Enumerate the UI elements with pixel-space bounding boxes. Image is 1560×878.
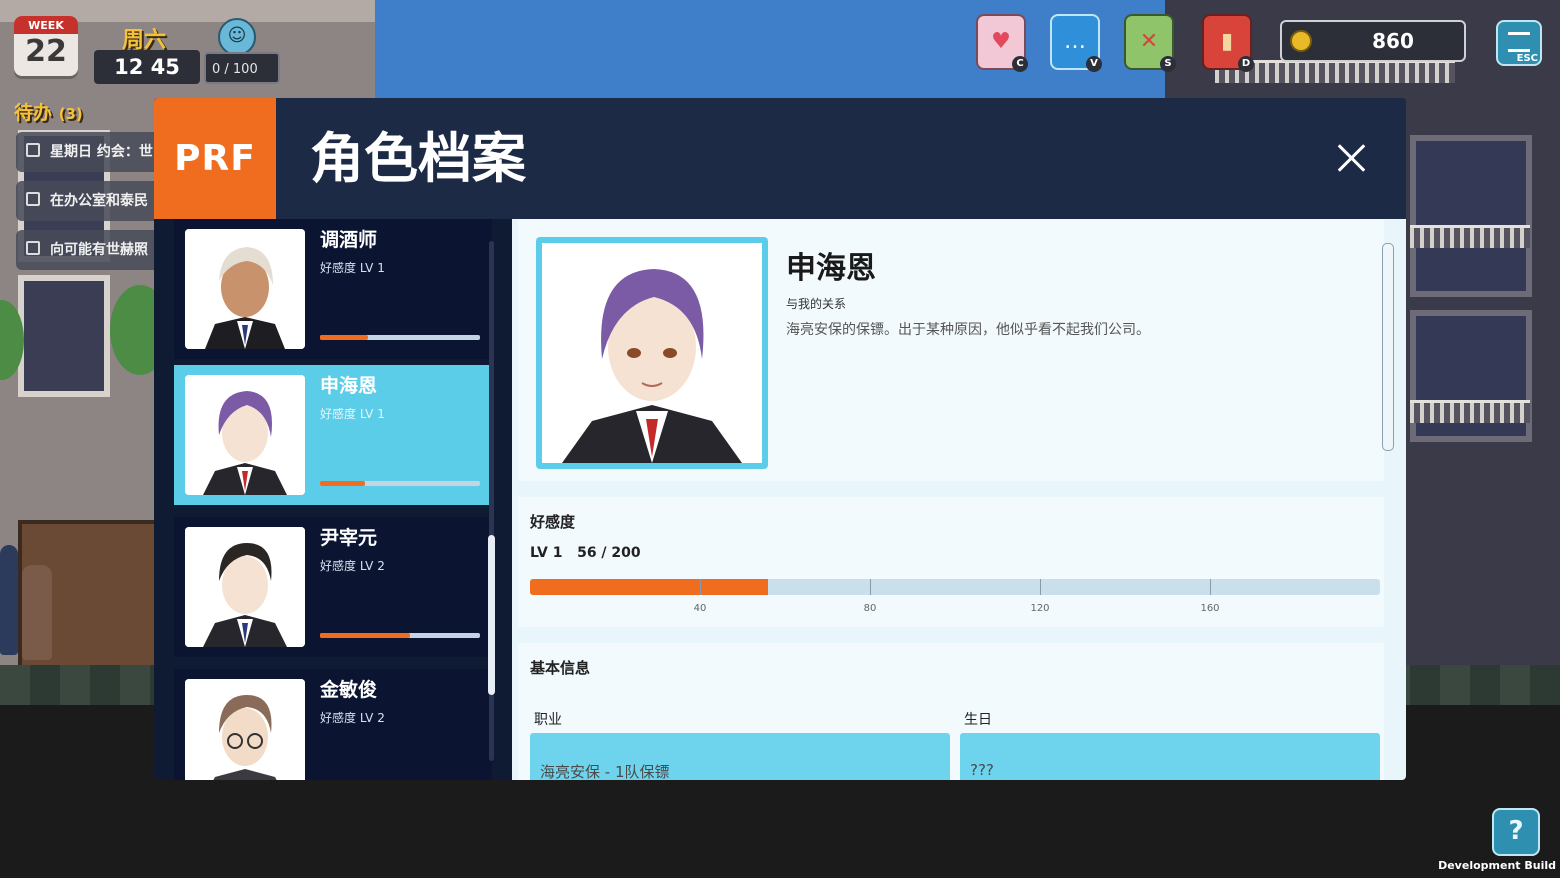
tick-label: 80 bbox=[863, 603, 877, 614]
tick-mark bbox=[1040, 579, 1041, 595]
job-field: 海亮安保 - 1队保镖 bbox=[530, 733, 950, 780]
basic-info-title: 基本信息 bbox=[530, 659, 591, 677]
affinity-bar-fill bbox=[320, 481, 365, 486]
affinity-title: 好感度 bbox=[530, 513, 576, 531]
prf-badge: PRF bbox=[154, 98, 276, 219]
tick-mark bbox=[1210, 579, 1211, 595]
money-display: 860 bbox=[1280, 20, 1466, 62]
money-value: 860 bbox=[1372, 29, 1414, 53]
todo-title: 待办 bbox=[14, 102, 53, 124]
affinity-level: 好感度 LV 1 bbox=[320, 407, 385, 421]
affinity-level: 好感度 LV 2 bbox=[320, 559, 385, 573]
menu-icon bbox=[1508, 32, 1530, 52]
character-card[interactable]: 尹宰元 好感度 LV 2 bbox=[174, 517, 492, 657]
todo-item[interactable]: 向可能有世赫照 bbox=[16, 230, 166, 270]
tick-label: 120 bbox=[1030, 603, 1050, 614]
character-list: 调酒师 好感度 LV 1 申海恩 好感度 LV 1 尹宰元 好感度 LV 2 金… bbox=[174, 219, 494, 780]
close-button[interactable] bbox=[1332, 138, 1372, 178]
tick-mark bbox=[700, 579, 701, 595]
affinity-level: 好感度 LV 1 bbox=[320, 261, 385, 275]
tick-label: 40 bbox=[693, 603, 707, 614]
shortcut-key: ESC bbox=[1516, 53, 1538, 64]
detail-portrait bbox=[536, 237, 768, 469]
birthday-field: ??? bbox=[960, 733, 1380, 780]
relation-label: 与我的关系 bbox=[786, 297, 847, 311]
todo-text: 星期日 约会：世 bbox=[50, 144, 153, 160]
character-card[interactable]: 金敏俊 好感度 LV 2 bbox=[174, 669, 492, 780]
affinity-section bbox=[518, 497, 1384, 627]
character-name: 申海恩 bbox=[320, 375, 378, 397]
affinity-bar-fill bbox=[320, 335, 368, 340]
shortcut-key: V bbox=[1086, 56, 1102, 72]
map-button[interactable]: ✕ S bbox=[1124, 14, 1176, 72]
todo-text: 在办公室和泰民 bbox=[50, 193, 148, 209]
affinity-bar bbox=[320, 481, 480, 486]
checkbox-icon bbox=[26, 192, 40, 206]
detail-scrollbar[interactable] bbox=[1382, 243, 1394, 451]
affinity-level-text: LV 1 56 / 200 bbox=[530, 545, 641, 561]
relation-text: 海亮安保的保镖。出于某种原因，他似乎看不起我们公司。 bbox=[786, 322, 1150, 338]
todo-header: 待办 (3) bbox=[14, 98, 83, 125]
gift-button[interactable]: ▮ D bbox=[1202, 14, 1254, 72]
birthday-value: ??? bbox=[970, 761, 994, 779]
shortcut-key: D bbox=[1238, 56, 1254, 72]
character-card[interactable]: 调酒师 好感度 LV 1 bbox=[174, 219, 492, 359]
affinity-points: 56 / 200 bbox=[577, 545, 641, 561]
affinity-level: LV 1 bbox=[530, 545, 563, 561]
character-portrait bbox=[185, 527, 305, 647]
character-portrait bbox=[185, 375, 305, 495]
coin-icon bbox=[1290, 30, 1312, 52]
clock: 12 45 bbox=[94, 50, 200, 84]
npc-person bbox=[0, 545, 18, 655]
tick-label: 160 bbox=[1200, 603, 1220, 614]
week-number: 22 bbox=[25, 34, 67, 69]
chat-button[interactable]: … V bbox=[1050, 14, 1102, 72]
shortcut-key: C bbox=[1012, 56, 1028, 72]
character-card-selected[interactable]: 申海恩 好感度 LV 1 bbox=[174, 365, 492, 505]
mood-meter: 0 / 100 bbox=[204, 52, 280, 84]
help-button[interactable]: ? bbox=[1492, 808, 1540, 856]
character-name: 尹宰元 bbox=[320, 527, 378, 549]
todo-text: 向可能有世赫照 bbox=[50, 242, 148, 258]
week-calendar: WEEK 22 bbox=[14, 16, 78, 76]
affinity-bar-fill bbox=[320, 633, 410, 638]
character-name: 调酒师 bbox=[320, 229, 378, 251]
tick-mark bbox=[870, 579, 871, 595]
birthday-label: 生日 bbox=[964, 712, 992, 728]
character-portrait bbox=[185, 679, 305, 780]
todo-count: (3) bbox=[58, 105, 83, 123]
modal-title: 角色档案 bbox=[310, 127, 526, 190]
job-value: 海亮安保 - 1队保镖 bbox=[540, 763, 670, 780]
shortcut-key: S bbox=[1160, 56, 1176, 72]
modal-header: PRF 角色档案 bbox=[154, 98, 1406, 219]
character-detail: 申海恩 与我的关系 海亮安保的保镖。出于某种原因，他似乎看不起我们公司。 好感度… bbox=[512, 219, 1406, 780]
affinity-progress-fill bbox=[530, 579, 768, 595]
character-name: 金敏俊 bbox=[320, 679, 378, 701]
npc-person bbox=[22, 565, 52, 660]
week-label: WEEK bbox=[14, 16, 78, 34]
profile-modal: PRF 角色档案 调酒师 好感度 LV 1 申海恩 好感度 LV 1 尹宰元 好… bbox=[154, 98, 1406, 780]
list-scrollbar-thumb[interactable] bbox=[488, 535, 495, 695]
checkbox-icon bbox=[26, 143, 40, 157]
sky bbox=[320, 0, 1165, 100]
todo-item[interactable]: 星期日 约会：世 bbox=[16, 132, 166, 172]
menu-button[interactable]: ESC bbox=[1496, 20, 1542, 66]
detail-name: 申海恩 bbox=[786, 251, 876, 286]
checkbox-icon bbox=[26, 241, 40, 255]
character-portrait bbox=[185, 229, 305, 349]
job-label: 职业 bbox=[534, 712, 562, 728]
affinity-bar bbox=[320, 633, 480, 638]
dev-build-label: Development Build bbox=[1438, 859, 1556, 872]
affinity-progress-bar bbox=[530, 579, 1380, 595]
profile-section: 申海恩 与我的关系 海亮安保的保镖。出于某种原因，他似乎看不起我们公司。 bbox=[518, 219, 1384, 481]
affinity-level: 好感度 LV 2 bbox=[320, 711, 385, 725]
heart-book-button[interactable]: ♥ C bbox=[976, 14, 1028, 72]
affinity-bar bbox=[320, 335, 480, 340]
todo-item[interactable]: 在办公室和泰民 bbox=[16, 181, 166, 221]
laughing-face-icon: ☺ bbox=[218, 18, 256, 56]
